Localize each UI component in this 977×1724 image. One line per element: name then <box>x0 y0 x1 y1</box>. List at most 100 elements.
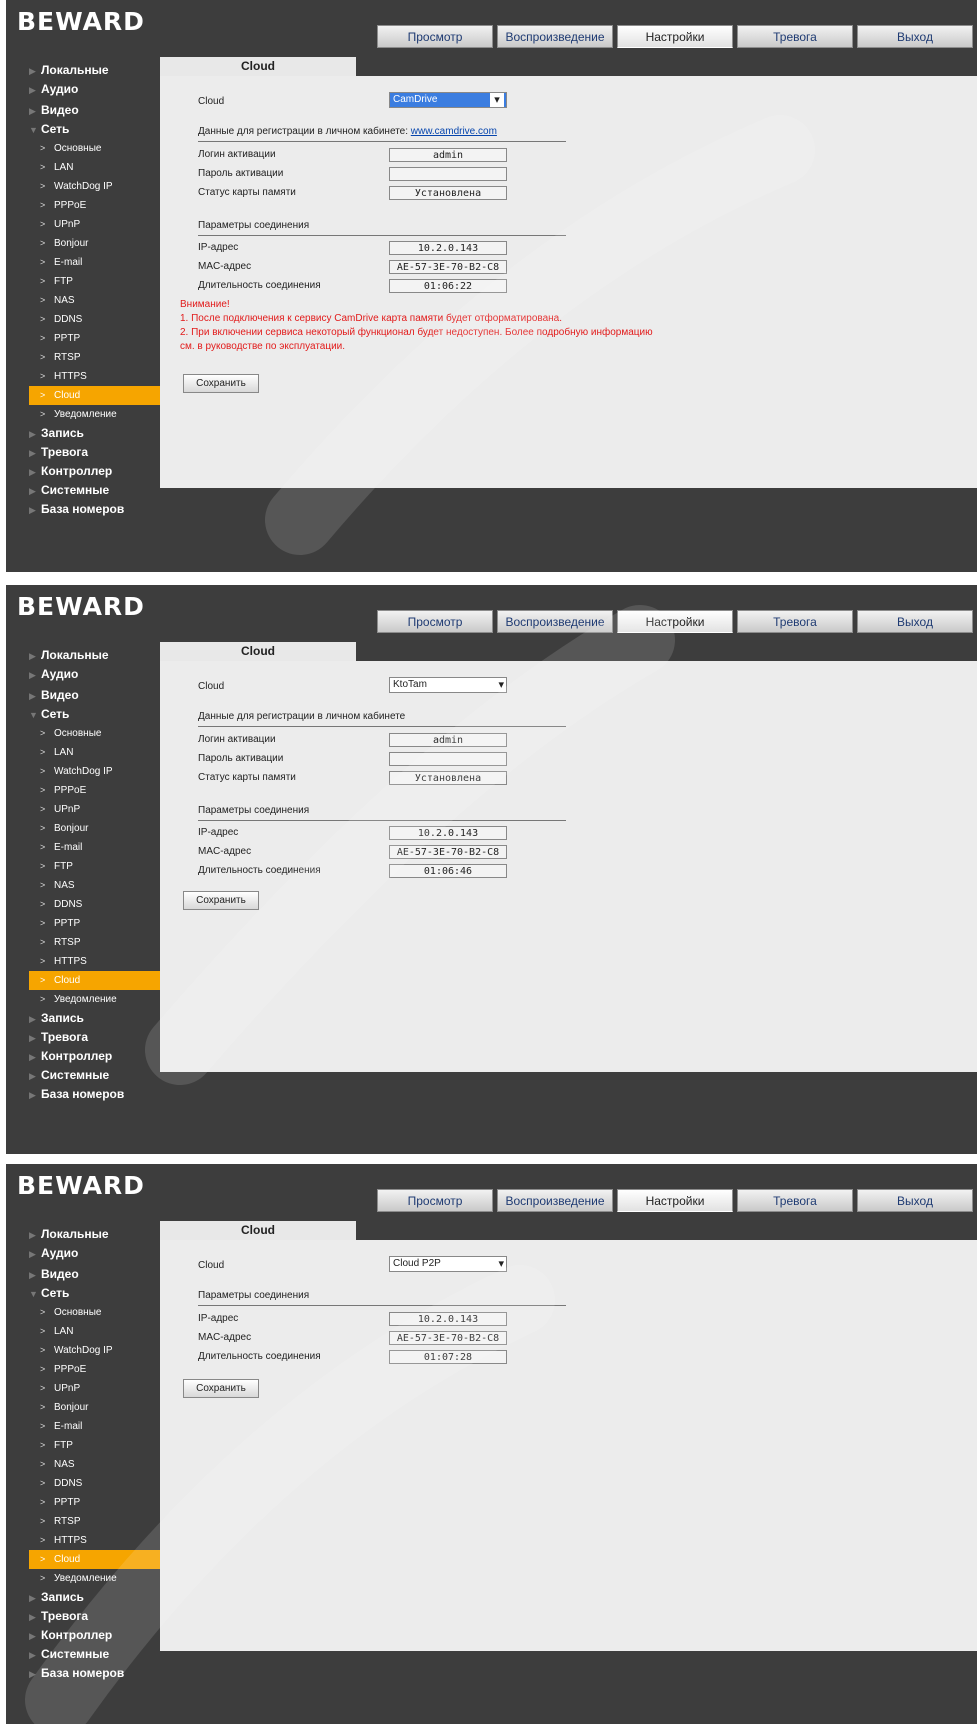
sidebar-item-watchdog[interactable]: > WatchDog IP <box>29 1341 165 1360</box>
sidebar-item-pppoe[interactable]: > PPPoE <box>29 196 165 215</box>
sidebar-item-numbers[interactable]: ▶ База номеров <box>29 500 165 519</box>
sidebar-item-controller[interactable]: ▶ Контроллер <box>29 462 165 481</box>
tab-alarm[interactable]: Тревога <box>737 1189 853 1212</box>
sidebar-item-ddns[interactable]: > DDNS <box>29 310 165 329</box>
password-field[interactable] <box>389 167 507 181</box>
sidebar-item-record[interactable]: ▶ Запись <box>29 1009 165 1028</box>
sidebar-item-controller[interactable]: ▶ Контроллер <box>29 1626 165 1645</box>
sidebar-item-system[interactable]: ▶ Системные <box>29 1066 165 1085</box>
sidebar-item-alarm[interactable]: ▶ Тревога <box>29 1607 165 1626</box>
tab-exit[interactable]: Выход <box>857 25 973 48</box>
tab-exit[interactable]: Выход <box>857 1189 973 1212</box>
login-field[interactable]: admin <box>389 148 507 162</box>
sidebar-item-rtsp[interactable]: > RTSP <box>29 1512 165 1531</box>
sidebar-item-audio[interactable]: ▶ Аудио <box>29 80 165 99</box>
sidebar-item-system[interactable]: ▶ Системные <box>29 1645 165 1664</box>
sidebar-item-controller[interactable]: ▶ Контроллер <box>29 1047 165 1066</box>
sidebar-item-cloud[interactable]: > Cloud <box>29 1550 165 1569</box>
sidebar-item-pptp[interactable]: > PPTP <box>29 329 165 348</box>
tab-playback[interactable]: Воспроизведение <box>497 610 613 633</box>
sidebar-item-bonjour[interactable]: > Bonjour <box>29 819 165 838</box>
sidebar-item-cloud[interactable]: > Cloud <box>29 386 165 405</box>
sidebar-item-nas[interactable]: > NAS <box>29 876 165 895</box>
sidebar-item-notification[interactable]: > Уведомление <box>29 405 165 424</box>
sidebar-item-upnp[interactable]: > UPnP <box>29 800 165 819</box>
password-field[interactable] <box>389 752 507 766</box>
sidebar-item-upnp[interactable]: > UPnP <box>29 1379 165 1398</box>
sidebar-item-alarm[interactable]: ▶ Тревога <box>29 443 165 462</box>
tab-view[interactable]: Просмотр <box>377 1189 493 1212</box>
sidebar-item-email[interactable]: > E-mail <box>29 838 165 857</box>
sidebar-item-basic[interactable]: > Основные <box>29 724 165 743</box>
login-field[interactable]: admin <box>389 733 507 747</box>
sidebar-item-local[interactable]: ▶ Локальные <box>29 1225 165 1244</box>
tab-playback[interactable]: Воспроизведение <box>497 25 613 48</box>
sidebar-item-audio[interactable]: ▶ Аудио <box>29 665 165 684</box>
registration-section-title: Данные для регистрации в личном кабинете… <box>198 126 566 142</box>
sidebar-item-video[interactable]: ▶ Видео <box>29 1265 165 1284</box>
sidebar-item-local[interactable]: ▶ Локальные <box>29 646 165 665</box>
sidebar-item-record[interactable]: ▶ Запись <box>29 424 165 443</box>
sidebar-item-lan[interactable]: > LAN <box>29 1322 165 1341</box>
tab-playback[interactable]: Воспроизведение <box>497 1189 613 1212</box>
tab-settings[interactable]: Настройки <box>617 610 733 633</box>
sidebar-item-notification[interactable]: > Уведомление <box>29 990 165 1009</box>
sidebar-item-bonjour[interactable]: > Bonjour <box>29 234 165 253</box>
sidebar-item-video[interactable]: ▶ Видео <box>29 101 165 120</box>
sidebar-item-cloud[interactable]: > Cloud <box>29 971 165 990</box>
sidebar-item-https[interactable]: > HTTPS <box>29 367 165 386</box>
sidebar-item-lan[interactable]: > LAN <box>29 158 165 177</box>
sidebar-item-email[interactable]: > E-mail <box>29 253 165 272</box>
sidebar-item-nas[interactable]: > NAS <box>29 1455 165 1474</box>
sidebar-item-watchdog[interactable]: > WatchDog IP <box>29 762 165 781</box>
sidebar-item-ddns[interactable]: > DDNS <box>29 895 165 914</box>
tab-settings[interactable]: Настройки <box>617 25 733 48</box>
sidebar-item-audio[interactable]: ▶ Аудио <box>29 1244 165 1263</box>
sidebar-item-ftp[interactable]: > FTP <box>29 857 165 876</box>
sidebar-item-rtsp[interactable]: > RTSP <box>29 348 165 367</box>
sidebar-item-lan[interactable]: > LAN <box>29 743 165 762</box>
cloud-select[interactable]: CamDrive ▾ <box>389 92 507 108</box>
sidebar-item-network[interactable]: ▼ Сеть <box>29 705 165 724</box>
sidebar-item-network[interactable]: ▼ Сеть <box>29 1284 165 1303</box>
tab-alarm[interactable]: Тревога <box>737 610 853 633</box>
sidebar-item-pppoe[interactable]: > PPPoE <box>29 781 165 800</box>
camdrive-link[interactable]: www.camdrive.com <box>411 126 497 137</box>
sidebar-item-ftp[interactable]: > FTP <box>29 272 165 291</box>
sidebar-item-email[interactable]: > E-mail <box>29 1417 165 1436</box>
sidebar-item-https[interactable]: > HTTPS <box>29 1531 165 1550</box>
sidebar-item-pppoe[interactable]: > PPPoE <box>29 1360 165 1379</box>
tab-view[interactable]: Просмотр <box>377 25 493 48</box>
sidebar-item-ddns[interactable]: > DDNS <box>29 1474 165 1493</box>
sidebar-item-basic[interactable]: > Основные <box>29 1303 165 1322</box>
sidebar-item-local[interactable]: ▶ Локальные <box>29 61 165 80</box>
sidebar-item-numbers[interactable]: ▶ База номеров <box>29 1085 165 1104</box>
tab-settings[interactable]: Настройки <box>617 1189 733 1212</box>
sidebar-item-system[interactable]: ▶ Системные <box>29 481 165 500</box>
tab-alarm[interactable]: Тревога <box>737 25 853 48</box>
sidebar-item-upnp[interactable]: > UPnP <box>29 215 165 234</box>
sidebar-item-bonjour[interactable]: > Bonjour <box>29 1398 165 1417</box>
sidebar-item-https[interactable]: > HTTPS <box>29 952 165 971</box>
sidebar-item-alarm[interactable]: ▶ Тревога <box>29 1028 165 1047</box>
sidebar-item-watchdog[interactable]: > WatchDog IP <box>29 177 165 196</box>
sidebar-item-notification[interactable]: > Уведомление <box>29 1569 165 1588</box>
sidebar-item-basic[interactable]: > Основные <box>29 139 165 158</box>
sidebar-item-network[interactable]: ▼ Сеть <box>29 120 165 139</box>
sidebar-item-ftp[interactable]: > FTP <box>29 1436 165 1455</box>
cloud-select[interactable]: KtoTam ▾ <box>389 677 507 693</box>
tab-exit[interactable]: Выход <box>857 610 973 633</box>
sidebar-item-record[interactable]: ▶ Запись <box>29 1588 165 1607</box>
tab-view[interactable]: Просмотр <box>377 610 493 633</box>
sidebar-item-rtsp[interactable]: > RTSP <box>29 933 165 952</box>
save-button[interactable]: Сохранить <box>183 374 259 393</box>
sidebar-item-video[interactable]: ▶ Видео <box>29 686 165 705</box>
save-button[interactable]: Сохранить <box>183 1379 259 1398</box>
sidebar-item-nas[interactable]: > NAS <box>29 291 165 310</box>
chevron-right-icon: > <box>40 162 46 172</box>
sidebar-item-pptp[interactable]: > PPTP <box>29 914 165 933</box>
sidebar-item-pptp[interactable]: > PPTP <box>29 1493 165 1512</box>
sidebar-item-numbers[interactable]: ▶ База номеров <box>29 1664 165 1683</box>
cloud-select[interactable]: Cloud P2P ▾ <box>389 1256 507 1272</box>
save-button[interactable]: Сохранить <box>183 891 259 910</box>
